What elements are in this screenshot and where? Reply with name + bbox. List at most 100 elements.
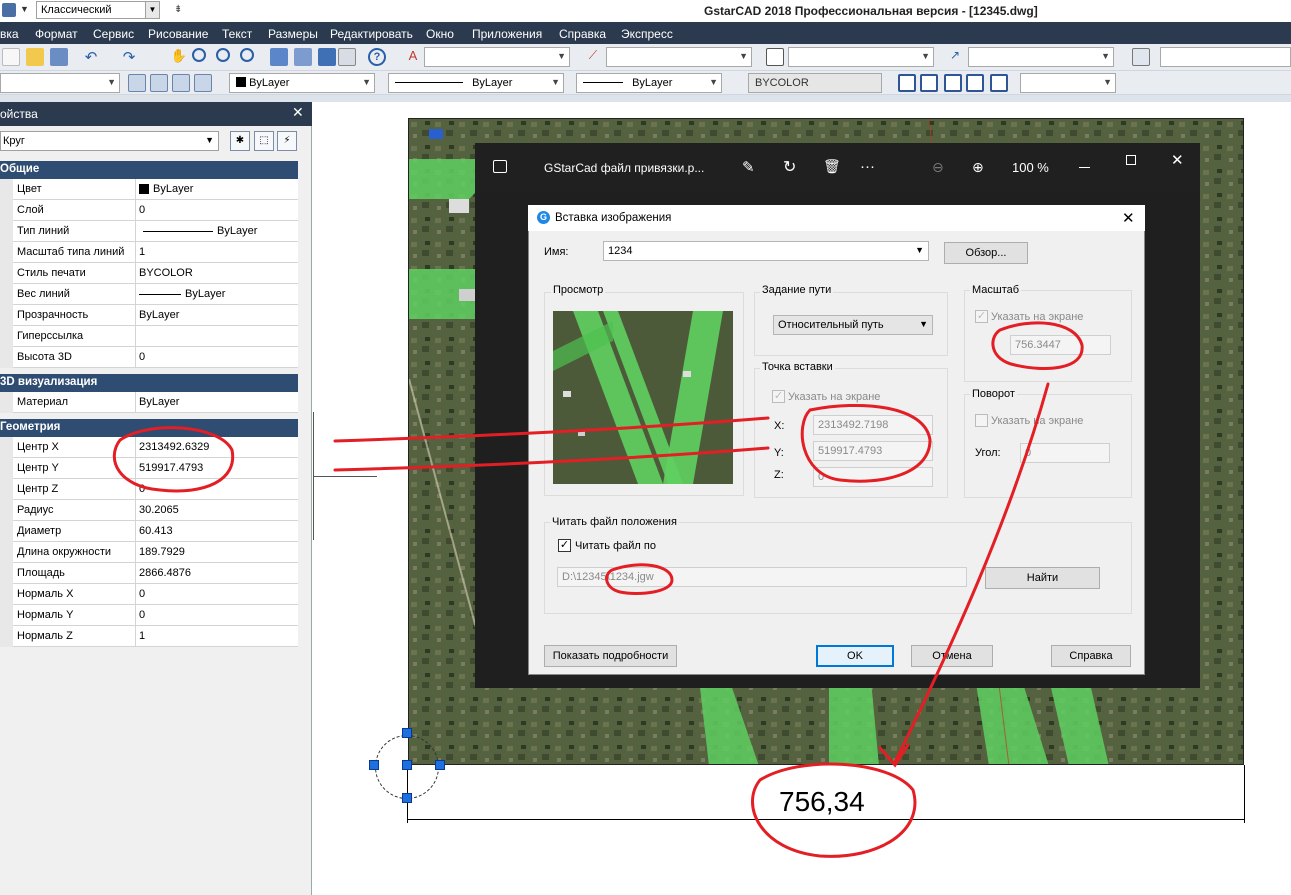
close-icon[interactable]: ✕ — [292, 104, 304, 121]
grip-center[interactable] — [402, 760, 412, 770]
z-input[interactable]: 0 — [813, 467, 933, 487]
more-icon[interactable]: ··· — [860, 158, 875, 175]
property-row[interactable]: Нормаль Z 1 — [13, 626, 298, 647]
layer-match-icon[interactable] — [172, 74, 190, 92]
ok-button[interactable]: OK — [816, 645, 894, 667]
select-objects-icon[interactable]: ⬚ — [254, 131, 274, 151]
property-row[interactable]: Диаметр 60.413 — [13, 521, 298, 542]
property-value[interactable]: 0 — [139, 483, 145, 495]
close-icon[interactable]: ✕ — [1122, 209, 1135, 227]
grip-left[interactable] — [369, 760, 379, 770]
grip-right[interactable] — [435, 760, 445, 770]
insert-onscreen-checkbox[interactable]: ✓ — [772, 390, 785, 403]
property-row[interactable]: Высота 3D 0 — [13, 347, 298, 368]
property-value[interactable]: 0 — [139, 351, 145, 363]
workspace-combo[interactable]: Классический ▼ — [36, 1, 160, 19]
layer-combo[interactable]: ▼ — [0, 73, 120, 93]
scale-onscreen-checkbox[interactable]: ✓ — [975, 310, 988, 323]
multileader-style-combo[interactable]: ▼ — [968, 47, 1114, 67]
menu-item[interactable]: вка — [0, 27, 19, 41]
property-value[interactable]: ByLayer — [185, 288, 225, 300]
edit-icon[interactable]: ✎ — [742, 158, 755, 176]
brush-icon[interactable] — [50, 48, 68, 66]
worldfile-checkbox[interactable]: ✓ — [558, 539, 571, 552]
dim-style-icon[interactable]: ⟋ — [584, 48, 602, 66]
zoom-realtime-icon[interactable] — [192, 48, 206, 62]
property-value[interactable]: 519917.4793 — [139, 462, 203, 474]
property-row[interactable]: Цвет ByLayer — [13, 179, 298, 200]
property-value[interactable]: BYCOLOR — [139, 267, 193, 279]
property-value[interactable]: 1 — [139, 246, 145, 258]
angle-input[interactable]: 0 — [1020, 443, 1110, 463]
property-value[interactable]: 60.413 — [139, 525, 173, 537]
table-style-icon[interactable] — [766, 48, 784, 66]
customize-icon[interactable]: ⇟ — [174, 4, 182, 15]
grip-top[interactable] — [402, 728, 412, 738]
grip-bottom[interactable] — [402, 793, 412, 803]
section-3d-visualization[interactable]: 3D визуализация — [0, 374, 298, 392]
text-style-combo[interactable]: ▼ — [424, 47, 570, 67]
help-icon[interactable]: ? — [368, 48, 386, 66]
property-row[interactable]: Стиль печати BYCOLOR — [13, 263, 298, 284]
section-general[interactable]: Общие — [0, 161, 298, 179]
layer-isolate-icon[interactable] — [194, 74, 212, 92]
property-value[interactable]: 30.2065 — [139, 504, 179, 516]
property-value[interactable]: 1 — [139, 630, 145, 642]
menu-item[interactable]: Текст — [222, 27, 252, 41]
menu-item[interactable]: Размеры — [268, 27, 318, 41]
browse-button[interactable]: Обзор... — [944, 242, 1028, 264]
object-type-select[interactable]: Круг ▼ — [0, 131, 219, 151]
save-icon[interactable] — [2, 3, 16, 17]
view-top-icon[interactable] — [898, 74, 916, 92]
view-right-icon[interactable] — [990, 74, 1008, 92]
show-details-button[interactable]: Показать подробности — [544, 645, 677, 667]
redo-icon[interactable]: ↷ — [120, 48, 138, 66]
chevron-down-icon[interactable]: ▼ — [145, 2, 159, 18]
property-row[interactable]: Слой 0 — [13, 200, 298, 221]
property-value[interactable]: ByLayer — [139, 396, 179, 408]
property-row[interactable]: Нормаль X 0 — [13, 584, 298, 605]
dim-style-combo[interactable]: ▼ — [606, 47, 752, 67]
property-row[interactable]: Нормаль Y 0 — [13, 605, 298, 626]
find-button[interactable]: Найти — [985, 567, 1100, 589]
color-combo[interactable]: ByLayer ▼ — [229, 73, 375, 93]
property-value[interactable]: ByLayer — [139, 309, 179, 321]
pan-icon[interactable]: ✋ — [170, 48, 188, 66]
help-button[interactable]: Справка — [1051, 645, 1131, 667]
layer-previous-icon[interactable] — [128, 74, 146, 92]
property-value[interactable]: 2313492.6329 — [139, 441, 209, 453]
zoom-window-icon[interactable] — [216, 48, 230, 62]
minimize-icon[interactable] — [1079, 167, 1090, 168]
property-row[interactable]: Материал ByLayer — [13, 392, 298, 413]
x-input[interactable]: 2313492.7198 — [813, 415, 933, 435]
section-geometry[interactable]: Геометрия — [0, 419, 298, 437]
property-value[interactable]: 0 — [139, 609, 145, 621]
property-row[interactable]: Прозрачность ByLayer — [13, 305, 298, 326]
zoom-in-icon[interactable]: ⊕ — [972, 159, 984, 176]
multileader-style-icon[interactable]: ↗ — [946, 48, 964, 66]
undo-icon[interactable]: ↶ — [82, 48, 100, 66]
property-value[interactable]: 0 — [139, 588, 145, 600]
property-row[interactable]: Площадь 2866.4876 — [13, 563, 298, 584]
view-front-icon[interactable] — [920, 74, 938, 92]
property-value[interactable]: 0 — [139, 204, 145, 216]
property-row[interactable]: Радиус 30.2065 — [13, 500, 298, 521]
calculator-icon[interactable] — [338, 48, 356, 66]
cancel-button[interactable]: Отмена — [911, 645, 993, 667]
y-input[interactable]: 519917.4793 — [813, 441, 933, 461]
property-row[interactable]: Вес линий ByLayer — [13, 284, 298, 305]
design-center-icon[interactable] — [294, 48, 312, 66]
table-style-combo[interactable]: ▼ — [788, 47, 934, 67]
property-row[interactable]: Центр X 2313492.6329 — [13, 437, 298, 458]
property-row[interactable]: Гиперссылка — [13, 326, 298, 347]
menu-item[interactable]: Справка — [559, 27, 606, 41]
rotation-onscreen-checkbox[interactable] — [975, 414, 988, 427]
property-row[interactable]: Центр Y 519917.4793 — [13, 458, 298, 479]
zoom-previous-icon[interactable] — [240, 48, 254, 62]
dimension-text[interactable]: 756,34 — [779, 786, 865, 818]
property-row[interactable]: Центр Z 0 — [13, 479, 298, 500]
property-row[interactable]: Длина окружности 189.7929 — [13, 542, 298, 563]
new-file-icon[interactable] — [2, 48, 20, 66]
dimension-line[interactable] — [407, 819, 1245, 820]
property-value[interactable]: ByLayer — [217, 225, 257, 237]
